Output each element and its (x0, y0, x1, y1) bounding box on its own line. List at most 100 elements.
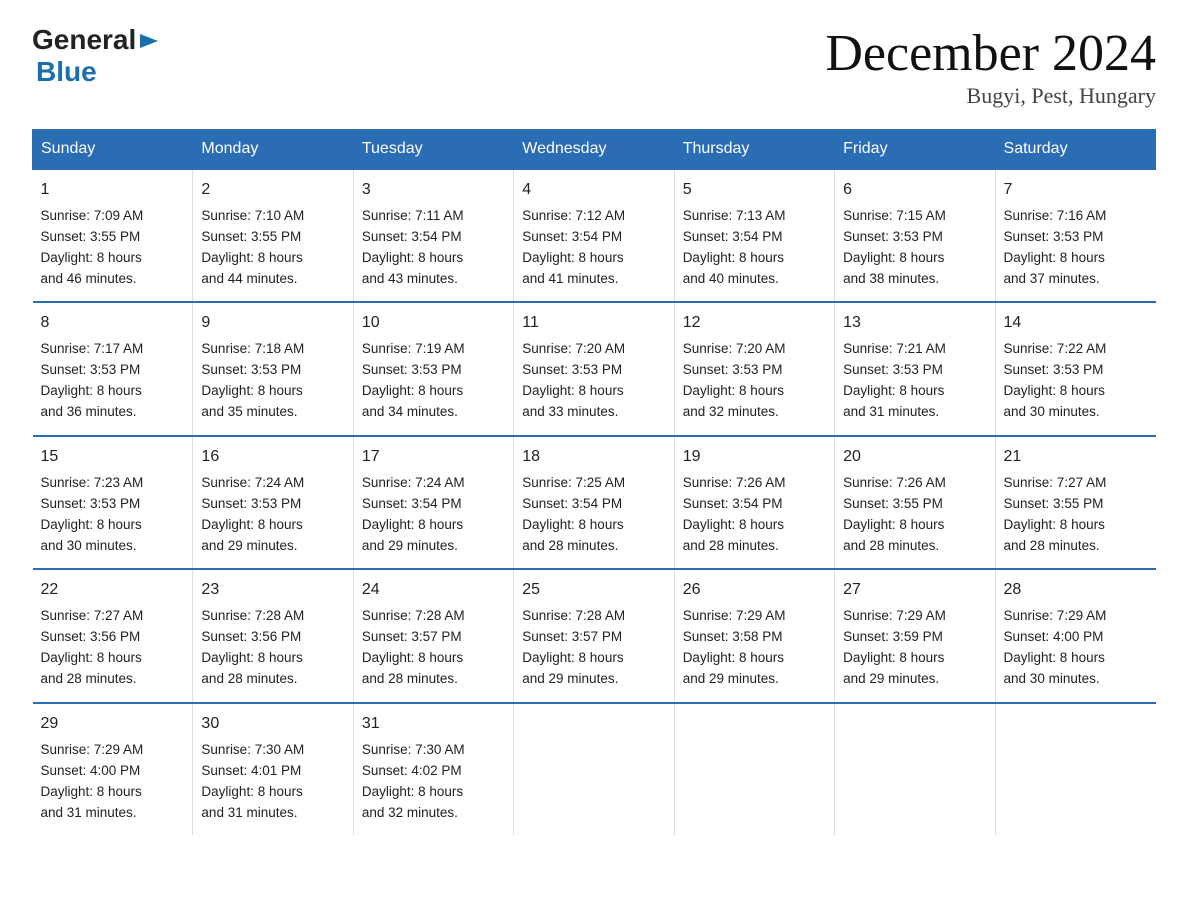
calendar-cell (514, 703, 674, 835)
column-header-monday: Monday (193, 130, 353, 170)
calendar-cell: 16 Sunrise: 7:24 AMSunset: 3:53 PMDayligh… (193, 436, 353, 569)
calendar-cell: 22 Sunrise: 7:27 AMSunset: 3:56 PMDayligh… (33, 569, 193, 702)
day-number: 11 (522, 311, 665, 336)
calendar-cell: 18 Sunrise: 7:25 AMSunset: 3:54 PMDayligh… (514, 436, 674, 569)
cell-content: Sunrise: 7:29 AMSunset: 4:00 PMDaylight:… (41, 740, 185, 824)
cell-content: Sunrise: 7:27 AMSunset: 3:55 PMDaylight:… (1004, 473, 1148, 557)
day-number: 6 (843, 178, 986, 203)
week-row-5: 29 Sunrise: 7:29 AMSunset: 4:00 PMDayligh… (33, 703, 1156, 835)
calendar-cell: 3 Sunrise: 7:11 AMSunset: 3:54 PMDaylight… (353, 169, 513, 302)
cell-content: Sunrise: 7:16 AMSunset: 3:53 PMDaylight:… (1004, 206, 1148, 290)
calendar-cell (995, 703, 1155, 835)
day-number: 16 (201, 445, 344, 470)
cell-content: Sunrise: 7:27 AMSunset: 3:56 PMDaylight:… (41, 606, 185, 690)
calendar-cell: 10 Sunrise: 7:19 AMSunset: 3:53 PMDayligh… (353, 302, 513, 435)
column-header-thursday: Thursday (674, 130, 834, 170)
day-number: 24 (362, 578, 505, 603)
cell-content: Sunrise: 7:29 AMSunset: 3:59 PMDaylight:… (843, 606, 986, 690)
day-number: 8 (41, 311, 185, 336)
cell-content: Sunrise: 7:29 AMSunset: 4:00 PMDaylight:… (1004, 606, 1148, 690)
column-header-friday: Friday (835, 130, 995, 170)
cell-content: Sunrise: 7:29 AMSunset: 3:58 PMDaylight:… (683, 606, 826, 690)
day-number: 9 (201, 311, 344, 336)
calendar-cell: 14 Sunrise: 7:22 AMSunset: 3:53 PMDayligh… (995, 302, 1155, 435)
day-number: 10 (362, 311, 505, 336)
cell-content: Sunrise: 7:24 AMSunset: 3:54 PMDaylight:… (362, 473, 505, 557)
calendar-cell: 17 Sunrise: 7:24 AMSunset: 3:54 PMDayligh… (353, 436, 513, 569)
day-number: 2 (201, 178, 344, 203)
day-number: 26 (683, 578, 826, 603)
calendar-cell: 2 Sunrise: 7:10 AMSunset: 3:55 PMDaylight… (193, 169, 353, 302)
day-number: 29 (41, 712, 185, 737)
calendar-cell: 13Sunrise: 7:21 AMSunset: 3:53 PMDayligh… (835, 302, 995, 435)
calendar-cell: 29 Sunrise: 7:29 AMSunset: 4:00 PMDayligh… (33, 703, 193, 835)
cell-content: Sunrise: 7:22 AMSunset: 3:53 PMDaylight:… (1004, 339, 1148, 423)
cell-content: Sunrise: 7:12 AMSunset: 3:54 PMDaylight:… (522, 206, 665, 290)
column-header-wednesday: Wednesday (514, 130, 674, 170)
calendar-table: SundayMondayTuesdayWednesdayThursdayFrid… (32, 129, 1156, 835)
week-row-2: 8 Sunrise: 7:17 AMSunset: 3:53 PMDaylight… (33, 302, 1156, 435)
page-title: December 2024 (825, 24, 1156, 83)
cell-content: Sunrise: 7:28 AMSunset: 3:56 PMDaylight:… (201, 606, 344, 690)
calendar-cell (835, 703, 995, 835)
calendar-cell: 9 Sunrise: 7:18 AMSunset: 3:53 PMDaylight… (193, 302, 353, 435)
calendar-header: SundayMondayTuesdayWednesdayThursdayFrid… (33, 130, 1156, 170)
logo-arrow-icon (138, 30, 160, 52)
day-number: 13 (843, 311, 986, 336)
page-header: General Blue December 2024 Bugyi, Pest, … (32, 24, 1156, 109)
cell-content: Sunrise: 7:18 AMSunset: 3:53 PMDaylight:… (201, 339, 344, 423)
day-number: 5 (683, 178, 826, 203)
cell-content: Sunrise: 7:19 AMSunset: 3:53 PMDaylight:… (362, 339, 505, 423)
cell-content: Sunrise: 7:26 AMSunset: 3:54 PMDaylight:… (683, 473, 826, 557)
cell-content: Sunrise: 7:20 AMSunset: 3:53 PMDaylight:… (683, 339, 826, 423)
week-row-4: 22 Sunrise: 7:27 AMSunset: 3:56 PMDayligh… (33, 569, 1156, 702)
calendar-cell: 31 Sunrise: 7:30 AMSunset: 4:02 PMDayligh… (353, 703, 513, 835)
calendar-cell: 6 Sunrise: 7:15 AMSunset: 3:53 PMDaylight… (835, 169, 995, 302)
day-number: 12 (683, 311, 826, 336)
calendar-cell: 20 Sunrise: 7:26 AMSunset: 3:55 PMDayligh… (835, 436, 995, 569)
column-header-saturday: Saturday (995, 130, 1155, 170)
calendar-body: 1Sunrise: 7:09 AMSunset: 3:55 PMDaylight… (33, 169, 1156, 835)
cell-content: Sunrise: 7:11 AMSunset: 3:54 PMDaylight:… (362, 206, 505, 290)
week-row-1: 1Sunrise: 7:09 AMSunset: 3:55 PMDaylight… (33, 169, 1156, 302)
cell-content: Sunrise: 7:26 AMSunset: 3:55 PMDaylight:… (843, 473, 986, 557)
calendar-cell: 24 Sunrise: 7:28 AMSunset: 3:57 PMDayligh… (353, 569, 513, 702)
cell-content: Sunrise: 7:25 AMSunset: 3:54 PMDaylight:… (522, 473, 665, 557)
day-number: 14 (1004, 311, 1148, 336)
day-number: 3 (362, 178, 505, 203)
cell-content: Sunrise: 7:13 AMSunset: 3:54 PMDaylight:… (683, 206, 826, 290)
calendar-cell: 12 Sunrise: 7:20 AMSunset: 3:53 PMDayligh… (674, 302, 834, 435)
day-number: 31 (362, 712, 505, 737)
cell-content: Sunrise: 7:24 AMSunset: 3:53 PMDaylight:… (201, 473, 344, 557)
day-number: 17 (362, 445, 505, 470)
calendar-cell: 28Sunrise: 7:29 AMSunset: 4:00 PMDayligh… (995, 569, 1155, 702)
day-number: 4 (522, 178, 665, 203)
day-number: 20 (843, 445, 986, 470)
cell-content: Sunrise: 7:09 AMSunset: 3:55 PMDaylight:… (41, 206, 185, 290)
calendar-cell (674, 703, 834, 835)
day-number: 30 (201, 712, 344, 737)
column-header-tuesday: Tuesday (353, 130, 513, 170)
day-number: 25 (522, 578, 665, 603)
day-number: 15 (41, 445, 185, 470)
cell-content: Sunrise: 7:15 AMSunset: 3:53 PMDaylight:… (843, 206, 986, 290)
calendar-cell: 7 Sunrise: 7:16 AMSunset: 3:53 PMDaylight… (995, 169, 1155, 302)
cell-content: Sunrise: 7:17 AMSunset: 3:53 PMDaylight:… (41, 339, 185, 423)
calendar-cell: 26 Sunrise: 7:29 AMSunset: 3:58 PMDayligh… (674, 569, 834, 702)
calendar-cell: 8 Sunrise: 7:17 AMSunset: 3:53 PMDaylight… (33, 302, 193, 435)
calendar-cell: 11 Sunrise: 7:20 AMSunset: 3:53 PMDayligh… (514, 302, 674, 435)
calendar-cell: 21Sunrise: 7:27 AMSunset: 3:55 PMDayligh… (995, 436, 1155, 569)
calendar-cell: 1Sunrise: 7:09 AMSunset: 3:55 PMDaylight… (33, 169, 193, 302)
header-row: SundayMondayTuesdayWednesdayThursdayFrid… (33, 130, 1156, 170)
cell-content: Sunrise: 7:20 AMSunset: 3:53 PMDaylight:… (522, 339, 665, 423)
day-number: 22 (41, 578, 185, 603)
day-number: 27 (843, 578, 986, 603)
cell-content: Sunrise: 7:28 AMSunset: 3:57 PMDaylight:… (362, 606, 505, 690)
cell-content: Sunrise: 7:23 AMSunset: 3:53 PMDaylight:… (41, 473, 185, 557)
calendar-cell: 27 Sunrise: 7:29 AMSunset: 3:59 PMDayligh… (835, 569, 995, 702)
cell-content: Sunrise: 7:30 AMSunset: 4:02 PMDaylight:… (362, 740, 505, 824)
day-number: 7 (1004, 178, 1148, 203)
day-number: 18 (522, 445, 665, 470)
cell-content: Sunrise: 7:10 AMSunset: 3:55 PMDaylight:… (201, 206, 344, 290)
cell-content: Sunrise: 7:28 AMSunset: 3:57 PMDaylight:… (522, 606, 665, 690)
